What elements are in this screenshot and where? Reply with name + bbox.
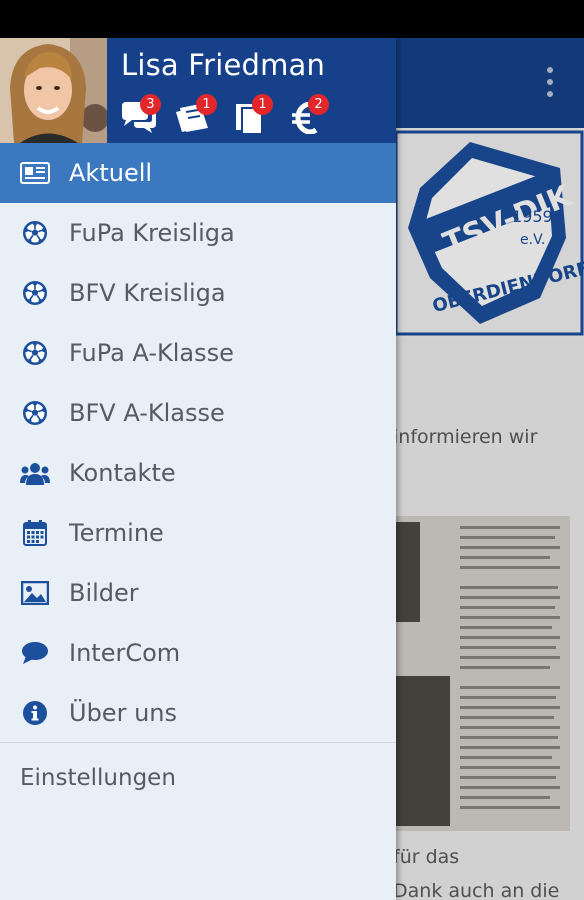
divider bbox=[0, 742, 396, 743]
nav-item-aktuell[interactable]: Aktuell bbox=[0, 143, 396, 203]
settings-label: Einstellungen bbox=[20, 765, 176, 791]
matches-button[interactable]: 1 bbox=[176, 94, 217, 134]
info-icon bbox=[20, 698, 50, 728]
status-bar bbox=[0, 0, 584, 38]
nav-item-bfv-a-klasse[interactable]: BFV A-Klasse bbox=[0, 383, 396, 443]
nav-item-label: Bilder bbox=[69, 579, 139, 607]
calendar-icon bbox=[20, 518, 50, 548]
nav-item-label: Termine bbox=[69, 519, 164, 547]
soccer-ball-icon bbox=[20, 278, 50, 308]
payments-badge: 2 bbox=[308, 94, 329, 115]
nav-item-fupa-a-klasse[interactable]: FuPa A-Klasse bbox=[0, 323, 396, 383]
soccer-ball-icon bbox=[20, 398, 50, 428]
messages-badge: 3 bbox=[140, 94, 161, 115]
nav-item-label: FuPa Kreisliga bbox=[69, 219, 235, 247]
nav-item-label: BFV Kreisliga bbox=[69, 279, 226, 307]
nav-item-kontakte[interactable]: Kontakte bbox=[0, 443, 396, 503]
nav-item-label: FuPa A-Klasse bbox=[69, 339, 234, 367]
drawer-header: Lisa Friedman 3 1 1 2 bbox=[0, 38, 396, 143]
messages-button[interactable]: 3 bbox=[120, 94, 161, 134]
nav-list: Aktuell FuPa Kreisliga BFV Kreisliga FuPa A… bbox=[0, 143, 396, 743]
nav-item-über-uns[interactable]: Über uns bbox=[0, 683, 396, 743]
chat-icon bbox=[20, 638, 50, 668]
documents-badge: 1 bbox=[252, 94, 273, 115]
nav-item-label: Über uns bbox=[69, 699, 177, 727]
payments-button[interactable]: 2 bbox=[290, 94, 330, 134]
nav-item-termine[interactable]: Termine bbox=[0, 503, 396, 563]
nav-item-label: InterCom bbox=[69, 639, 181, 667]
nav-item-bfv-kreisliga[interactable]: BFV Kreisliga bbox=[0, 263, 396, 323]
nav-item-fupa-kreisliga[interactable]: FuPa Kreisliga bbox=[0, 203, 396, 263]
navigation-drawer: Lisa Friedman 3 1 1 2 Aktuell FuPa Kreis… bbox=[0, 38, 396, 900]
soccer-ball-icon bbox=[20, 338, 50, 368]
people-icon bbox=[20, 458, 50, 488]
image-icon bbox=[20, 578, 50, 608]
nav-item-bilder[interactable]: Bilder bbox=[0, 563, 396, 623]
avatar[interactable] bbox=[0, 38, 107, 143]
user-name: Lisa Friedman bbox=[121, 48, 326, 82]
nav-item-label: Aktuell bbox=[69, 159, 153, 187]
matches-badge: 1 bbox=[196, 94, 217, 115]
nav-item-intercom[interactable]: InterCom bbox=[0, 623, 396, 683]
settings-item[interactable]: Einstellungen bbox=[0, 750, 396, 806]
soccer-ball-icon bbox=[20, 218, 50, 248]
nav-item-label: BFV A-Klasse bbox=[69, 399, 225, 427]
documents-button[interactable]: 1 bbox=[234, 94, 274, 134]
newspaper-icon bbox=[20, 158, 50, 188]
nav-item-label: Kontakte bbox=[69, 459, 176, 487]
